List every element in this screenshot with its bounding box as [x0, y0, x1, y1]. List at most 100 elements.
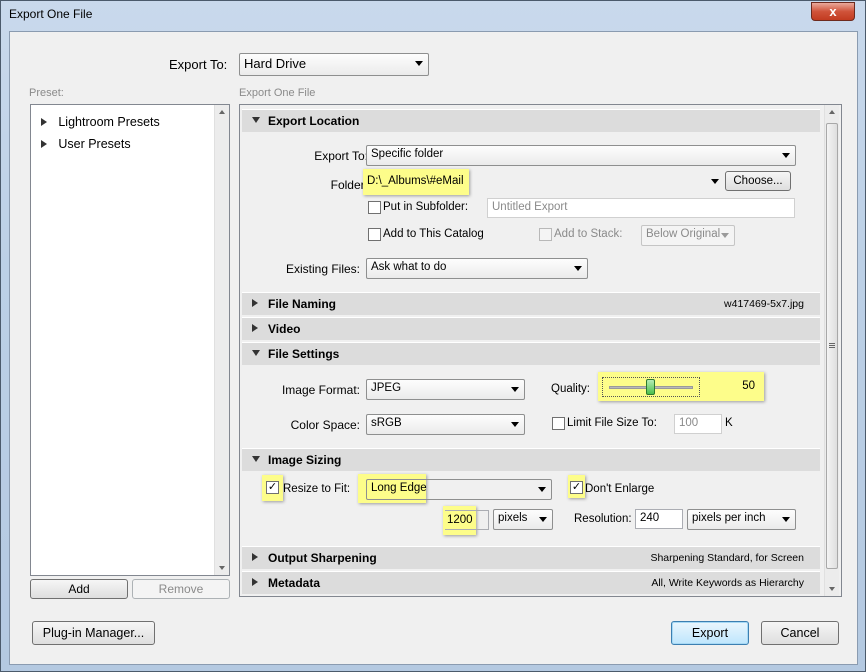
quality-value-field[interactable]: 50	[703, 377, 759, 397]
folder-history-chevron-icon[interactable]	[711, 179, 719, 184]
section-file-settings[interactable]: File Settings	[242, 342, 820, 365]
quality-slider-thumb[interactable]	[646, 379, 655, 395]
section-summary: w417469-5x7.jpg	[724, 298, 804, 310]
limit-file-size-label: Limit File Size To:	[567, 417, 657, 429]
limit-file-size-field[interactable]: 100	[674, 414, 722, 434]
expand-triangle-icon	[41, 118, 47, 126]
quality-label: Quality:	[551, 383, 590, 395]
chevron-down-icon	[538, 487, 546, 492]
close-button[interactable]: x	[811, 2, 855, 21]
location-export-to-label: Export To:	[314, 149, 368, 163]
export-settings-panel: Export Location Export To: Specific fold…	[239, 104, 842, 597]
location-export-to-select[interactable]: Specific folder	[366, 145, 796, 166]
scroll-up-icon[interactable]	[219, 110, 225, 114]
add-to-catalog-checkbox[interactable]	[368, 228, 381, 241]
check-icon: ✓	[267, 481, 278, 493]
existing-files-label: Existing Files:	[285, 262, 360, 276]
collapse-triangle-icon	[252, 350, 260, 356]
subfolder-name-field[interactable]: Untitled Export	[487, 198, 795, 218]
put-in-subfolder-checkbox[interactable]	[368, 201, 381, 214]
preset-label: Preset:	[29, 87, 64, 99]
scroll-down-icon[interactable]	[829, 587, 835, 591]
resolution-value: 240	[640, 512, 660, 524]
chevron-down-icon	[721, 233, 729, 238]
quality-slider[interactable]	[602, 377, 700, 397]
resize-mode-value: Long Edge	[371, 482, 427, 494]
preset-list: Lightroom Presets User Presets	[30, 104, 230, 576]
collapse-triangle-icon	[252, 456, 260, 462]
resize-to-fit-label: Resize to Fit:	[283, 483, 351, 495]
export-to-value: Hard Drive	[244, 56, 307, 71]
add-preset-button[interactable]: Add	[30, 579, 128, 599]
chevron-down-icon	[782, 517, 790, 522]
dont-enlarge-checkbox[interactable]: ✓	[570, 481, 583, 494]
resize-mode-select[interactable]: Long Edge	[366, 479, 552, 500]
subfolder-placeholder: Untitled Export	[492, 201, 568, 213]
existing-files-select[interactable]: Ask what to do	[366, 258, 588, 279]
title-bar[interactable]: Export One File x	[1, 1, 865, 31]
section-title: Metadata	[268, 576, 321, 590]
add-to-catalog-label: Add to This Catalog	[383, 228, 484, 240]
panel-label: Export One File	[239, 87, 316, 99]
color-space-label: Color Space:	[290, 418, 360, 432]
section-title: Export Location	[268, 114, 360, 128]
check-icon: ✓	[571, 481, 582, 493]
limit-file-size-unit: K	[725, 417, 733, 429]
section-output-sharpening[interactable]: Output Sharpening Sharpening Standard, f…	[242, 546, 820, 569]
add-to-stack-select[interactable]: Below Original	[641, 225, 735, 246]
export-button[interactable]: Export	[671, 621, 749, 645]
quality-value: 50	[742, 380, 755, 392]
window-title: Export One File	[9, 7, 93, 21]
resolution-label: Resolution:	[574, 513, 632, 525]
color-space-value: sRGB	[371, 417, 402, 429]
scroll-up-icon[interactable]	[829, 110, 835, 114]
size-value-field[interactable]: 1200	[445, 510, 489, 530]
plugin-manager-button[interactable]: Plug-in Manager...	[32, 621, 155, 645]
limit-file-size-value: 100	[679, 417, 699, 429]
put-in-subfolder-label: Put in Subfolder:	[383, 201, 469, 213]
folder-path[interactable]: D:\_Albums\#eMail	[367, 175, 464, 187]
add-to-stack-checkbox[interactable]	[539, 228, 552, 241]
dont-enlarge-label: Don't Enlarge	[585, 483, 655, 495]
section-summary: All, Write Keywords as Hierarchy	[651, 577, 804, 589]
preset-item-user[interactable]: User Presets	[41, 137, 131, 151]
size-unit-value: pixels	[498, 512, 528, 524]
cancel-button[interactable]: Cancel	[761, 621, 839, 645]
chevron-down-icon	[415, 61, 423, 66]
export-to-label: Export To:	[169, 57, 228, 72]
chevron-down-icon	[539, 517, 547, 522]
section-title: Image Sizing	[268, 453, 342, 467]
preset-item-lightroom[interactable]: Lightroom Presets	[41, 115, 160, 129]
folder-label: Folder:	[330, 178, 368, 192]
section-video[interactable]: Video	[242, 317, 820, 340]
location-export-to-value: Specific folder	[371, 148, 444, 160]
expand-triangle-icon	[252, 299, 258, 307]
export-to-select[interactable]: Hard Drive	[239, 53, 429, 76]
scroll-down-icon[interactable]	[219, 566, 225, 570]
section-metadata[interactable]: Metadata All, Write Keywords as Hierarch…	[242, 571, 820, 594]
preset-item-label: Lightroom Presets	[58, 115, 160, 129]
resolution-field[interactable]: 240	[635, 509, 683, 529]
expand-triangle-icon	[252, 578, 258, 586]
limit-file-size-checkbox[interactable]	[552, 417, 565, 430]
remove-preset-button[interactable]: Remove	[132, 579, 230, 599]
section-image-sizing[interactable]: Image Sizing	[242, 448, 820, 471]
image-format-value: JPEG	[371, 382, 402, 394]
preset-scrollbar[interactable]	[214, 105, 229, 575]
expand-triangle-icon	[252, 553, 258, 561]
choose-folder-button[interactable]: Choose...	[725, 171, 791, 191]
chevron-down-icon	[511, 387, 519, 392]
export-dialog-window: Export One File x Export To: Hard Drive …	[0, 0, 866, 672]
color-space-select[interactable]: sRGB	[366, 414, 525, 435]
size-unit-select[interactable]: pixels	[493, 509, 553, 530]
settings-scrollbar[interactable]	[824, 105, 839, 596]
section-title: File Settings	[268, 347, 340, 361]
scrollbar-thumb[interactable]	[826, 123, 838, 569]
chevron-down-icon	[574, 266, 582, 271]
section-title: Output Sharpening	[268, 551, 377, 565]
section-export-location[interactable]: Export Location	[242, 109, 820, 132]
resize-to-fit-checkbox[interactable]: ✓	[266, 481, 279, 494]
resolution-unit-select[interactable]: pixels per inch	[687, 509, 796, 530]
section-file-naming[interactable]: File Naming w417469-5x7.jpg	[242, 292, 820, 315]
image-format-select[interactable]: JPEG	[366, 379, 525, 400]
